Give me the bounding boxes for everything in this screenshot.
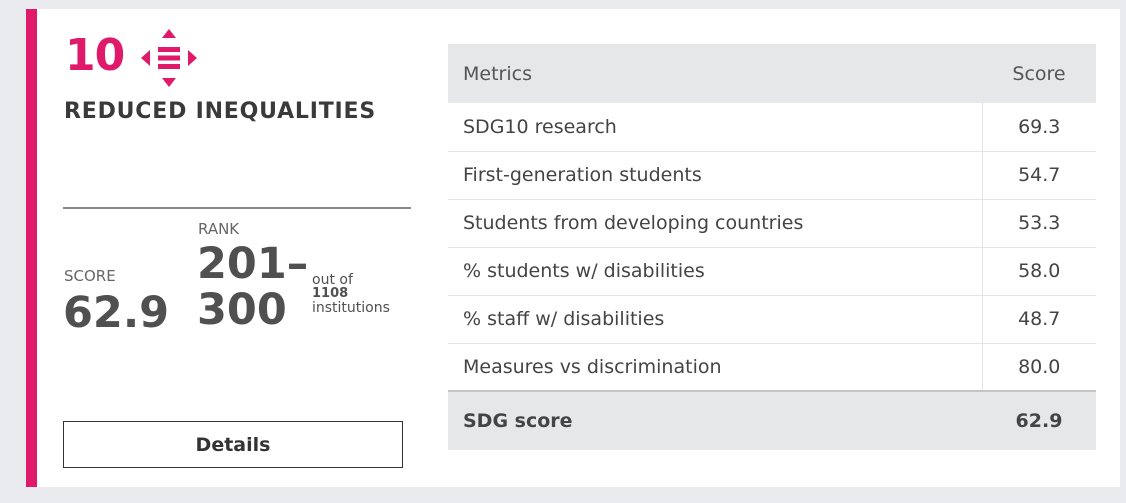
table-row: First-generation students 54.7 — [448, 151, 1096, 200]
score-value: 62.9 — [63, 288, 170, 338]
metric-score: 58.0 — [981, 247, 1096, 296]
metric-score: 80.0 — [981, 343, 1096, 392]
reduced-inequalities-icon — [141, 29, 197, 87]
total-label: SDG score — [448, 390, 982, 450]
score-label: SCORE — [64, 267, 116, 285]
rank-value: 201– 300 — [197, 241, 308, 333]
metric-name: Measures vs discrimination — [448, 343, 982, 392]
accent-bar — [26, 9, 37, 487]
rank-value-line1: 201– — [197, 239, 309, 289]
metrics-table: Metrics Score SDG10 research 69.3 First-… — [448, 44, 1096, 450]
metric-name: SDG10 research — [448, 103, 982, 152]
total-score: 62.9 — [982, 390, 1096, 450]
table-row: SDG10 research 69.3 — [448, 103, 1096, 152]
institutions-text: institutions — [312, 300, 390, 316]
total-institutions: 1108 — [312, 286, 349, 301]
table-row: Students from developing countries 53.3 — [448, 199, 1096, 248]
metric-score: 53.3 — [981, 199, 1096, 248]
score-column-header: Score — [982, 44, 1096, 103]
sdg-card: 10 REDUCED INEQUALITIES SCORE 62.9 RANK … — [26, 9, 1120, 487]
metric-score: 54.7 — [981, 151, 1096, 200]
divider — [63, 207, 411, 209]
metric-score: 48.7 — [981, 295, 1096, 344]
table-header-row: Metrics Score — [448, 44, 1096, 103]
metric-name: First-generation students — [448, 151, 982, 200]
metrics-column-header: Metrics — [448, 44, 982, 103]
table-row: % staff w/ disabilities 48.7 — [448, 295, 1096, 344]
rank-value-line2: 300 — [197, 285, 287, 335]
table-row: Measures vs discrimination 80.0 — [448, 343, 1096, 392]
metric-name: % students w/ disabilities — [448, 247, 982, 296]
rank-label: RANK — [198, 220, 240, 238]
rank-out-of: out of 1108 institutions — [312, 273, 390, 315]
out-of-text: out of — [312, 272, 353, 288]
goal-title: REDUCED INEQUALITIES — [64, 99, 377, 124]
goal-number: 10 — [65, 30, 125, 81]
details-button[interactable]: Details — [63, 421, 403, 468]
metric-name: Students from developing countries — [448, 199, 982, 248]
metric-score: 69.3 — [981, 103, 1096, 152]
goal-summary-panel: 10 REDUCED INEQUALITIES SCORE 62.9 RANK … — [63, 9, 413, 487]
metric-name: % staff w/ disabilities — [448, 295, 982, 344]
table-row: % students w/ disabilities 58.0 — [448, 247, 1096, 296]
total-row: SDG score 62.9 — [448, 390, 1096, 450]
